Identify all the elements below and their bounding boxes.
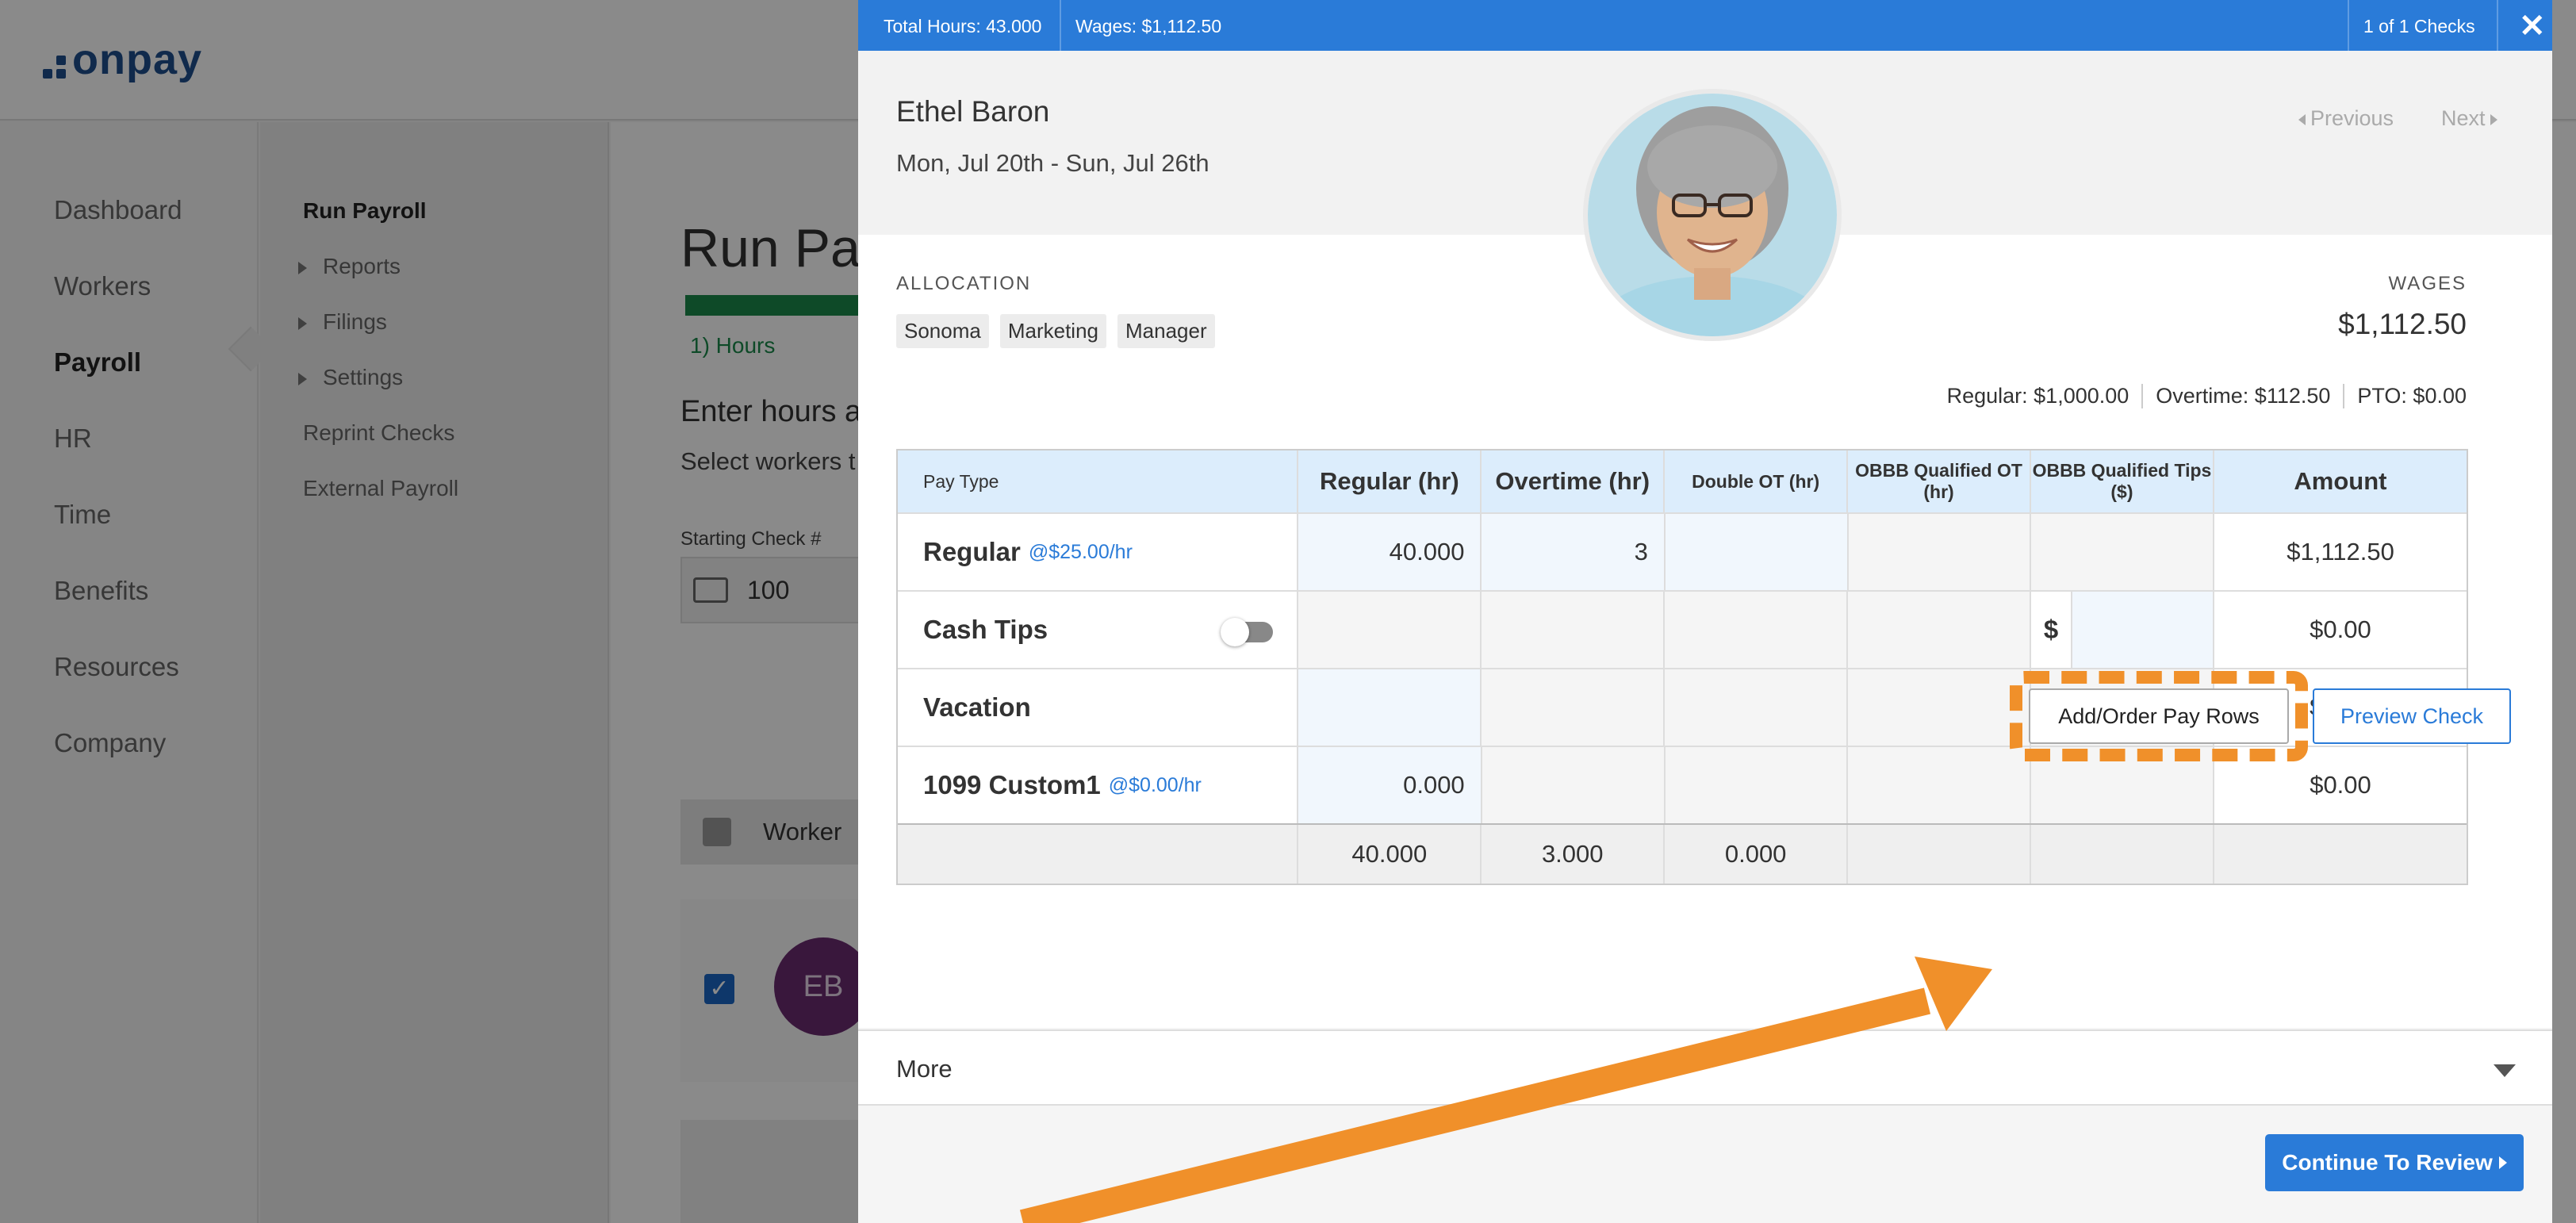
tips-amount-cell: $ <box>2030 592 2213 668</box>
double-ot-cell <box>1663 747 1847 823</box>
next-button[interactable]: Next <box>2441 106 2497 131</box>
table-row: Cash Tips $ $0.00 <box>898 590 2467 668</box>
regular-summary: Regular: $1,000.00 <box>1946 384 2129 408</box>
double-ot-cell <box>1663 592 1847 668</box>
caret-left-icon <box>2298 113 2306 125</box>
totals-row: 40.000 3.000 0.000 <box>898 823 2467 884</box>
employee-portrait-icon <box>1588 94 1837 336</box>
more-section-toggle[interactable]: More <box>858 1029 2552 1106</box>
pay-type-cell: 1099 Custom1 @$0.00/hr <box>898 747 1297 823</box>
allocation-chip: Marketing <box>999 314 1106 348</box>
pay-type-name: Regular <box>923 537 1021 566</box>
total-double-ot: 0.000 <box>1663 825 1846 884</box>
header-pay-type: Pay Type <box>923 470 999 492</box>
header-double-ot: Double OT (hr) <box>1663 450 1846 512</box>
total-obbb-ot <box>1846 825 2030 884</box>
double-ot-input[interactable] <box>1663 514 1847 590</box>
pay-type-cell: Vacation <box>898 669 1297 746</box>
more-label: More <box>896 1055 953 1083</box>
obbb-ot-cell <box>1846 669 2030 746</box>
overtime-summary: Overtime: $112.50 <box>2141 384 2343 408</box>
regular-hours-cell <box>1297 592 1481 668</box>
employee-photo <box>1583 89 1842 341</box>
header-regular: Regular (hr) <box>1297 450 1480 512</box>
total-regular: 40.000 <box>1297 825 1480 884</box>
overtime-hours-cell <box>1480 592 1664 668</box>
allocation-label: ALLOCATION <box>896 273 1032 294</box>
double-ot-cell <box>1663 669 1847 746</box>
employee-name: Ethel Baron <box>896 95 1050 128</box>
obbb-ot-cell <box>1846 514 2030 590</box>
total-amount <box>2212 825 2467 884</box>
header-obbb-ot: OBBB Qualified OT (hr) <box>1846 450 2030 512</box>
header-amount: Amount <box>2212 450 2467 512</box>
check-details: ALLOCATION Sonoma Marketing Manager WAGE… <box>858 235 2552 1028</box>
total-overtime: 3.000 <box>1480 825 1663 884</box>
obbb-tips-cell <box>2030 514 2214 590</box>
cash-tips-toggle[interactable] <box>1221 618 1274 646</box>
amount-cell: $0.00 <box>2212 592 2467 668</box>
amount-cell: $1,112.50 <box>2213 514 2467 590</box>
table-row: Regular @$25.00/hr 40.000 3 $1,112.50 <box>898 512 2467 590</box>
obbb-ot-cell <box>1846 592 2030 668</box>
pay-type-cell: Cash Tips <box>898 592 1297 668</box>
wage-breakdown: Regular: $1,000.00 Overtime: $112.50 PTO… <box>1934 384 2467 408</box>
overtime-hours-cell <box>1480 669 1664 746</box>
pay-type-cell: Regular @$25.00/hr <box>898 514 1297 590</box>
previous-button[interactable]: Previous <box>2298 106 2394 131</box>
allocation-chips: Sonoma Marketing Manager <box>896 314 1215 348</box>
regular-hours-input[interactable]: 0.000 <box>1297 747 1481 823</box>
pay-check-modal: Total Hours: 43.000 Wages: $1,112.50 1 o… <box>858 0 2552 1223</box>
close-icon[interactable]: ✕ <box>2519 8 2546 44</box>
modal-summary-bar: Total Hours: 43.000 Wages: $1,112.50 1 o… <box>858 0 2552 51</box>
obbb-ot-cell <box>1846 747 2030 823</box>
totals-label-cell <box>898 825 1297 884</box>
continue-to-review-button[interactable]: Continue To Review <box>2265 1134 2524 1191</box>
highlight-annotation <box>2010 671 2308 761</box>
header-obbb-tips: OBBB Qualified Tips ($) <box>2030 450 2213 512</box>
pay-rows-table: Pay Type Regular (hr) Overtime (hr) Doub… <box>896 449 2468 885</box>
overtime-hours-cell <box>1480 747 1664 823</box>
preview-check-button[interactable]: Preview Check <box>2313 688 2511 744</box>
regular-hours-input[interactable]: 40.000 <box>1297 514 1481 590</box>
allocation-chip: Manager <box>1117 314 1215 348</box>
pay-rate-link[interactable]: @$25.00/hr <box>1029 541 1133 564</box>
tips-amount-input[interactable] <box>2072 592 2213 668</box>
dollar-prefix: $ <box>2031 592 2072 668</box>
overtime-hours-input[interactable]: 3 <box>1480 514 1664 590</box>
checks-count: 1 of 1 Checks <box>2363 16 2475 36</box>
table-header: Pay Type Regular (hr) Overtime (hr) Doub… <box>898 450 2467 512</box>
header-overtime: Overtime (hr) <box>1480 450 1663 512</box>
pto-summary: PTO: $0.00 <box>2343 384 2467 408</box>
pay-period: Mon, Jul 20th - Sun, Jul 26th <box>896 149 1209 177</box>
allocation-chip: Sonoma <box>896 314 989 348</box>
vacation-hours-input[interactable] <box>1297 669 1481 746</box>
caret-right-icon <box>2498 1156 2507 1169</box>
wages-label: WAGES <box>2388 273 2467 294</box>
total-wages: Wages: $1,112.50 <box>1075 16 1222 36</box>
chevron-down-icon <box>2494 1064 2516 1077</box>
pay-rate-link[interactable]: @$0.00/hr <box>1109 774 1202 797</box>
pay-type-name: 1099 Custom1 <box>923 770 1101 799</box>
total-obbb-tips <box>2030 825 2213 884</box>
pay-type-name: Cash Tips <box>923 615 1048 644</box>
caret-right-icon <box>2490 113 2497 125</box>
total-hours: Total Hours: 43.000 <box>884 16 1042 36</box>
pay-type-name: Vacation <box>923 692 1031 722</box>
wages-value: $1,112.50 <box>2338 308 2467 340</box>
